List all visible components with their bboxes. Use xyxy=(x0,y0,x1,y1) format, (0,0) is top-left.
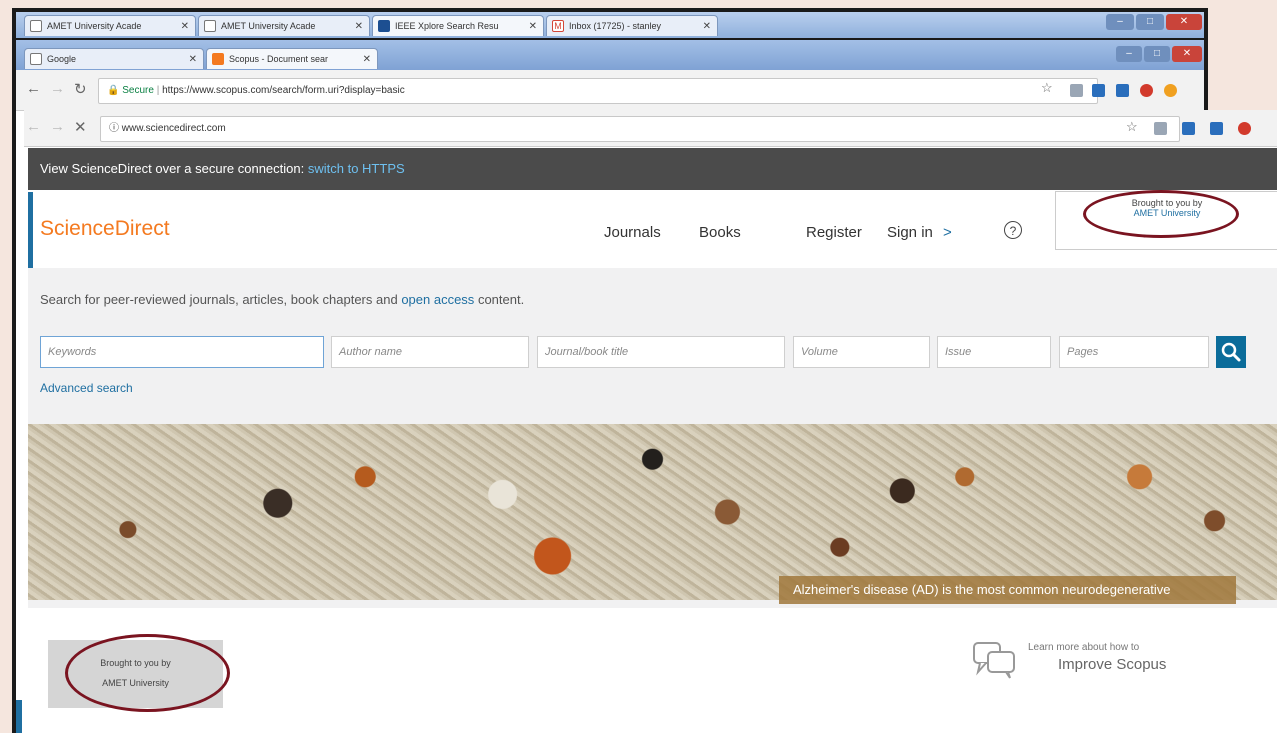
extension-icon[interactable] xyxy=(1154,122,1167,135)
maximize-button[interactable]: □ xyxy=(1136,14,1164,30)
minimize-button[interactable]: – xyxy=(1116,46,1142,62)
pages-input[interactable]: Pages xyxy=(1059,336,1209,368)
search-intro-tail: content. xyxy=(477,292,525,307)
keywords-input[interactable]: Keywords xyxy=(40,336,324,368)
sciencedirect-logo[interactable]: ScienceDirect xyxy=(40,217,170,241)
url-field[interactable]: ⓘ www.sciencedirect.com xyxy=(100,116,1180,142)
forward-icon[interactable]: → xyxy=(50,118,65,135)
google-icon xyxy=(30,53,42,65)
journal-title-input[interactable]: Journal/book title xyxy=(537,336,785,368)
close-window-button[interactable]: ✕ xyxy=(1172,46,1202,62)
extension-icon[interactable] xyxy=(1238,122,1251,135)
feedback-bubbles-icon xyxy=(973,642,1015,679)
nav-journals[interactable]: Journals xyxy=(604,224,661,241)
tab-amet-1[interactable]: AMET University Acade ✕ xyxy=(24,15,196,36)
annotation-ring xyxy=(65,634,230,712)
close-icon[interactable]: ✕ xyxy=(703,16,711,36)
hero-caption[interactable]: Alzheimer's disease (AD) is the most com… xyxy=(779,576,1236,604)
improve-label: Learn more about how to xyxy=(1028,642,1140,653)
reload-icon[interactable]: ↻ xyxy=(74,80,87,98)
close-window-button[interactable]: ✕ xyxy=(1166,14,1202,30)
star-icon[interactable]: ☆ xyxy=(1041,80,1053,96)
tab-ieee[interactable]: IEEE Xplore Search Resu ✕ xyxy=(372,15,544,36)
extension-icon[interactable] xyxy=(1164,84,1177,97)
page-icon xyxy=(30,20,42,32)
secure-label: Secure xyxy=(122,85,154,96)
nav-signin[interactable]: Sign in > xyxy=(887,224,952,241)
help-icon[interactable]: ? xyxy=(1004,221,1022,239)
close-icon[interactable]: ✕ xyxy=(529,16,537,36)
tab-google[interactable]: Google ✕ xyxy=(24,48,204,69)
info-icon: ⓘ xyxy=(109,123,122,134)
tab-label: Inbox (17725) - stanley xyxy=(569,21,662,31)
signin-label: Sign in xyxy=(887,224,933,241)
lock-icon: 🔒 xyxy=(107,85,120,96)
issue-input[interactable]: Issue xyxy=(937,336,1051,368)
close-icon[interactable]: ✕ xyxy=(189,49,197,69)
extension-icon[interactable] xyxy=(1140,84,1153,97)
nav-books[interactable]: Books xyxy=(699,224,741,241)
sd-address-bar: ← → ✕ ⓘ www.sciencedirect.com ☆ xyxy=(24,110,1277,147)
close-icon[interactable]: ✕ xyxy=(181,16,189,36)
search-intro: Search for peer-reviewed journals, artic… xyxy=(40,292,524,307)
tab-label: AMET University Acade xyxy=(221,21,316,31)
gmail-icon: M xyxy=(552,20,564,32)
url-field[interactable]: 🔒 Secure | https://www.scopus.com/search… xyxy=(98,78,1098,104)
minimize-button[interactable]: – xyxy=(1106,14,1134,30)
hero-image xyxy=(28,424,1277,600)
open-access-link[interactable]: open access xyxy=(401,292,474,307)
url-text: www.sciencedirect.com xyxy=(121,123,226,134)
extension-icon[interactable] xyxy=(1182,122,1195,135)
nav-register[interactable]: Register xyxy=(806,224,862,241)
https-banner: View ScienceDirect over a secure connect… xyxy=(28,148,1277,190)
search-button[interactable] xyxy=(1216,336,1246,368)
tab-gmail[interactable]: M Inbox (17725) - stanley ✕ xyxy=(546,15,718,36)
switch-to-https-link[interactable]: switch to HTTPS xyxy=(308,161,405,176)
close-icon[interactable]: ✕ xyxy=(363,49,371,69)
volume-input[interactable]: Volume xyxy=(793,336,930,368)
extension-icon[interactable] xyxy=(1092,84,1105,97)
tab-label: IEEE Xplore Search Resu xyxy=(395,21,499,31)
back-icon[interactable]: ← xyxy=(26,118,41,135)
left-accent-bar xyxy=(16,700,22,733)
scopus-tab-strip: Google ✕ Scopus - Document sear ✕ – □ ✕ xyxy=(16,40,1204,70)
tab-label: Google xyxy=(47,54,77,64)
page-icon xyxy=(204,20,216,32)
tab-label: Scopus - Document sear xyxy=(229,54,329,64)
outer-tab-strip: AMET University Acade ✕ AMET University … xyxy=(16,12,1204,38)
search-intro-text: Search for peer-reviewed journals, artic… xyxy=(40,292,398,307)
improve-title: Improve Scopus xyxy=(1058,656,1167,673)
tab-amet-2[interactable]: AMET University Acade ✕ xyxy=(198,15,370,36)
chevron-right-icon: > xyxy=(943,224,952,241)
https-banner-text: View ScienceDirect over a secure connect… xyxy=(40,161,305,176)
scopus-address-bar: ← → ↻ 🔒 Secure | https://www.scopus.com/… xyxy=(16,70,1204,111)
back-icon[interactable]: ← xyxy=(26,80,41,97)
author-name-input[interactable]: Author name xyxy=(331,336,529,368)
star-icon[interactable]: ☆ xyxy=(1126,119,1138,135)
ieee-icon xyxy=(378,20,390,32)
search-icon xyxy=(1221,342,1241,362)
forward-icon[interactable]: → xyxy=(50,80,65,97)
header-accent-bar xyxy=(28,192,33,268)
tab-label: AMET University Acade xyxy=(47,21,142,31)
annotation-ring xyxy=(1083,190,1239,238)
advanced-search-link[interactable]: Advanced search xyxy=(40,381,133,395)
extension-icon[interactable] xyxy=(1116,84,1129,97)
tab-scopus[interactable]: Scopus - Document sear ✕ xyxy=(206,48,378,69)
maximize-button[interactable]: □ xyxy=(1144,46,1170,62)
scopus-icon xyxy=(212,53,224,65)
stop-icon[interactable]: ✕ xyxy=(74,118,87,136)
close-icon[interactable]: ✕ xyxy=(355,16,363,36)
extension-icon[interactable] xyxy=(1210,122,1223,135)
url-text: https://www.scopus.com/search/form.uri?d… xyxy=(162,85,405,96)
extension-icon[interactable] xyxy=(1070,84,1083,97)
